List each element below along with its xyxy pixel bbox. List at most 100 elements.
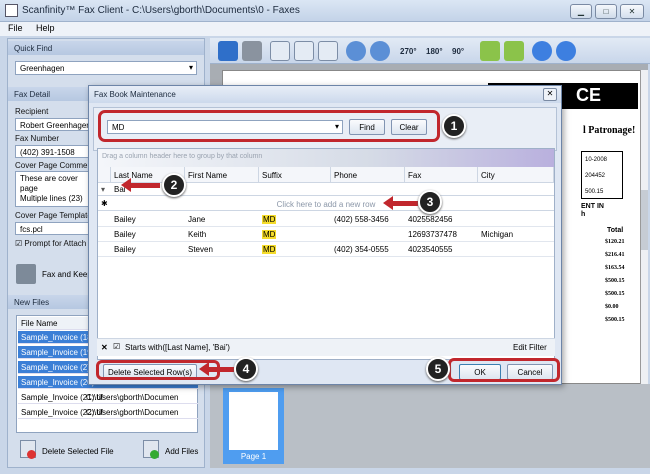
last-name-cell[interactable]: Bailey	[114, 215, 136, 224]
cover-comment-line: Multiple lines (23) are	[20, 194, 83, 206]
invoice-info-line: 204452	[585, 173, 606, 179]
title-bar: Scanfinity™ Fax Client - C:\Users\gborth…	[0, 0, 650, 22]
redo-icon[interactable]	[556, 41, 576, 61]
column-header-suffix[interactable]: Suffix	[259, 167, 331, 183]
grid-data-row[interactable]: Bailey Steven MD (402) 354-0555 4023540555	[98, 242, 554, 257]
file-list-item[interactable]: Sample_Invoice (22).tif C:\Users\gborth\D…	[18, 406, 198, 419]
invoice-total-value: $0.00	[605, 304, 619, 310]
rotate-270-icon[interactable]: 270°	[400, 41, 424, 61]
delete-file-icon	[20, 440, 36, 459]
minimize-button[interactable]: ▁	[570, 4, 592, 19]
clear-filter-icon[interactable]: ✕	[101, 343, 108, 352]
fit-width-icon[interactable]	[270, 41, 290, 61]
scrollbar-thumb[interactable]	[641, 190, 648, 250]
file-list-item[interactable]: Sample_Invoice (21).tif C:\Users\gborth\D…	[18, 391, 198, 404]
phone-cell[interactable]: (402) 354-0555	[334, 245, 389, 254]
rotate-180-icon[interactable]: 180°	[426, 41, 450, 61]
cover-template-field[interactable]: fcs.pcl	[15, 222, 95, 235]
menu-bar: File Help	[0, 22, 650, 36]
invoice-total-value: $163.54	[605, 265, 625, 271]
callout-number-2: 2	[162, 173, 186, 197]
suffix-cell[interactable]: MD	[262, 230, 277, 239]
zoom-in-icon[interactable]	[346, 41, 366, 61]
file-path: C:\Users\gborth\Documen	[86, 393, 179, 402]
close-button[interactable]: ✕	[620, 4, 644, 19]
add-files-label: Add Files	[165, 447, 199, 456]
menu-file[interactable]: File	[8, 23, 23, 33]
column-header-city[interactable]: City	[478, 167, 554, 183]
suffix-cell[interactable]: MD	[262, 215, 277, 224]
cover-comments-field[interactable]: These are cover page Multiple lines (23)…	[15, 171, 95, 207]
add-file-icon	[143, 440, 159, 459]
suffix-cell[interactable]: MD	[262, 245, 277, 254]
city-cell[interactable]: Michigan	[481, 230, 513, 239]
callout-number-5: 5	[426, 357, 450, 381]
payment-text: ENT IN h	[581, 203, 604, 219]
viewer-toolbar: 270° 180° 90°	[210, 38, 650, 64]
page-thumbnail[interactable]: Page 1	[223, 388, 284, 464]
quick-find-header: Quick Find	[8, 41, 204, 55]
column-header-fax[interactable]: Fax	[405, 167, 478, 183]
last-name-cell[interactable]: Bailey	[114, 245, 136, 254]
delete-selected-file-button[interactable]: Delete Selected File	[16, 437, 116, 463]
filter-icon: ▾	[101, 185, 106, 194]
fax-number-field[interactable]: (402) 391-1508	[15, 145, 95, 158]
thumbnail-preview	[229, 392, 278, 450]
callout-highlight-ok-cancel	[448, 358, 560, 382]
group-by-panel[interactable]: Drag a column header here to group by th…	[98, 149, 554, 167]
previous-page-icon[interactable]	[480, 41, 500, 61]
quick-find-value: Greenhagen	[20, 64, 65, 73]
edit-filter-link[interactable]: Edit Filter	[513, 343, 547, 352]
actual-size-icon[interactable]	[318, 41, 338, 61]
maximize-button[interactable]: □	[595, 4, 617, 19]
chevron-down-icon: ▾	[188, 63, 193, 72]
invoice-info-line: 10-2008	[585, 157, 608, 163]
rotate-90-icon[interactable]: 90°	[452, 41, 474, 61]
payment-text-line: h	[581, 211, 586, 218]
fax-and-keep-label: Fax and Keep	[42, 270, 92, 279]
quick-find-combo[interactable]: Greenhagen ▾	[15, 61, 197, 75]
page-label: Page 1	[240, 452, 267, 461]
recipient-label: Recipient	[15, 107, 49, 116]
invoice-total-value: $500.15	[605, 291, 625, 297]
cover-comment-line: These are cover page	[20, 174, 78, 193]
callout-number-4: 4	[234, 357, 258, 381]
last-name-cell[interactable]: Bailey	[114, 230, 136, 239]
grid-data-row[interactable]: Bailey Keith MD 12693737478 Michigan	[98, 227, 554, 242]
fax-and-keep-button[interactable]: Fax and Keep	[12, 261, 92, 287]
zoom-out-icon[interactable]	[370, 41, 390, 61]
document-scrollbar[interactable]	[640, 70, 648, 384]
menu-help[interactable]: Help	[36, 23, 55, 33]
add-files-button[interactable]: Add Files	[141, 437, 203, 463]
file-name: Sample_Invoice (2).tif	[21, 363, 99, 372]
save-icon[interactable]	[218, 41, 238, 61]
dialog-title: Fax Book Maintenance	[89, 86, 561, 103]
first-name-cell[interactable]: Jane	[188, 215, 205, 224]
column-header-first-name[interactable]: First Name	[185, 167, 259, 183]
fax-cell[interactable]: 12693737478	[408, 230, 457, 239]
fax-number-label: Fax Number	[15, 134, 60, 143]
undo-icon[interactable]	[532, 41, 552, 61]
new-row[interactable]: ✱ Click here to add a new row	[98, 197, 554, 211]
phone-cell[interactable]: (402) 558-3456	[334, 215, 389, 224]
add-new-row-hint: Click here to add a new row	[276, 200, 376, 209]
callout-highlight-search	[98, 110, 440, 142]
fax-cell[interactable]: 4025582456	[408, 215, 453, 224]
invoice-total-value: $500.15	[605, 278, 625, 284]
first-name-cell[interactable]: Steven	[188, 245, 213, 254]
fax-cell[interactable]: 4023540555	[408, 245, 453, 254]
next-page-icon[interactable]	[504, 41, 524, 61]
checkbox-check-icon: ☑	[15, 239, 23, 248]
dialog-close-icon[interactable]: ✕	[543, 88, 557, 101]
first-name-cell[interactable]: Keith	[188, 230, 206, 239]
recipient-field[interactable]: Robert Greenhagen, I	[15, 118, 95, 131]
filter-enabled-checkbox[interactable]: ☑	[113, 342, 120, 351]
grid-data-row[interactable]: Bailey Jane MD (402) 558-3456 4025582456	[98, 212, 554, 227]
fit-page-icon[interactable]	[294, 41, 314, 61]
row-indicator-header	[98, 167, 111, 183]
print-icon[interactable]	[242, 41, 262, 61]
column-header-phone[interactable]: Phone	[331, 167, 405, 183]
cover-comments-label: Cover Page Comments	[15, 161, 99, 170]
prompt-attach-checkbox[interactable]: ☑ Prompt for Attach	[15, 239, 86, 248]
filter-status-bar: ✕ ☑ Starts with([Last Name], 'Bai') Edit…	[97, 338, 555, 356]
